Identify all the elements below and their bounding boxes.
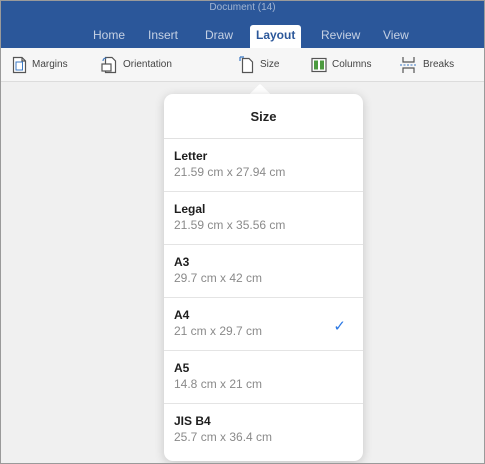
size-option-letter[interactable]: Letter 21.59 cm x 27.94 cm — [164, 139, 363, 192]
size-option-dimensions: 21.59 cm x 27.94 cm — [174, 165, 286, 179]
title-bar: Document (14) — [1, 1, 484, 23]
size-popover: Size Letter 21.59 cm x 27.94 cm Legal 21… — [164, 94, 363, 461]
ribbon-tab-bar: Home Insert Draw Layout Review View — [1, 23, 484, 48]
columns-button[interactable]: Columns — [311, 55, 371, 74]
size-option-name: A3 — [174, 255, 190, 269]
columns-icon — [311, 57, 327, 72]
size-option-jis-b4[interactable]: JIS B4 25.7 cm x 36.4 cm — [164, 404, 363, 457]
size-icon — [239, 55, 254, 73]
margins-icon — [12, 56, 27, 73]
size-option-dimensions: 21 cm x 29.7 cm — [174, 324, 263, 338]
selected-checkmark-icon: ✓ — [333, 317, 346, 335]
size-button[interactable]: Size — [239, 55, 279, 74]
tab-review[interactable]: Review — [321, 27, 360, 44]
size-label: Size — [260, 59, 280, 70]
size-option-name: A5 — [174, 361, 190, 375]
layout-toolbar: Margins Orientation Size Columns Breaks — [1, 48, 484, 82]
document-title: Document (14) — [209, 2, 276, 13]
size-option-a5[interactable]: A5 14.8 cm x 21 cm — [164, 351, 363, 404]
size-option-dimensions: 25.7 cm x 36.4 cm — [174, 430, 273, 444]
size-option-legal[interactable]: Legal 21.59 cm x 35.56 cm — [164, 192, 363, 245]
size-option-a4[interactable]: A4 21 cm x 29.7 cm ✓ — [164, 298, 363, 351]
size-option-name: A4 — [174, 308, 190, 322]
app-window: Document (14) Home Insert Draw Layout Re… — [0, 0, 485, 464]
size-option-a3[interactable]: A3 29.7 cm x 42 cm — [164, 245, 363, 298]
orientation-label: Orientation — [123, 59, 172, 70]
size-option-dimensions: 29.7 cm x 42 cm — [174, 271, 263, 285]
size-option-dimensions: 14.8 cm x 21 cm — [174, 377, 263, 391]
size-option-name: JIS B4 — [174, 414, 211, 428]
size-option-name: Legal — [174, 202, 206, 216]
breaks-icon — [400, 56, 417, 73]
size-option-dimensions: 21.59 cm x 35.56 cm — [174, 218, 286, 232]
breaks-label: Breaks — [423, 59, 455, 70]
orientation-button[interactable]: Orientation — [101, 55, 172, 74]
tab-insert[interactable]: Insert — [148, 27, 178, 44]
margins-label: Margins — [32, 59, 68, 70]
tab-home[interactable]: Home — [93, 27, 125, 44]
tab-view[interactable]: View — [383, 27, 409, 44]
popover-title: Size — [164, 94, 363, 139]
tab-layout[interactable]: Layout — [250, 25, 302, 48]
breaks-button[interactable]: Breaks — [399, 55, 454, 74]
orientation-icon — [101, 56, 117, 73]
tab-draw[interactable]: Draw — [205, 27, 233, 44]
size-option-name: Letter — [174, 149, 208, 163]
columns-label: Columns — [332, 59, 372, 70]
margins-button[interactable]: Margins — [12, 55, 68, 74]
